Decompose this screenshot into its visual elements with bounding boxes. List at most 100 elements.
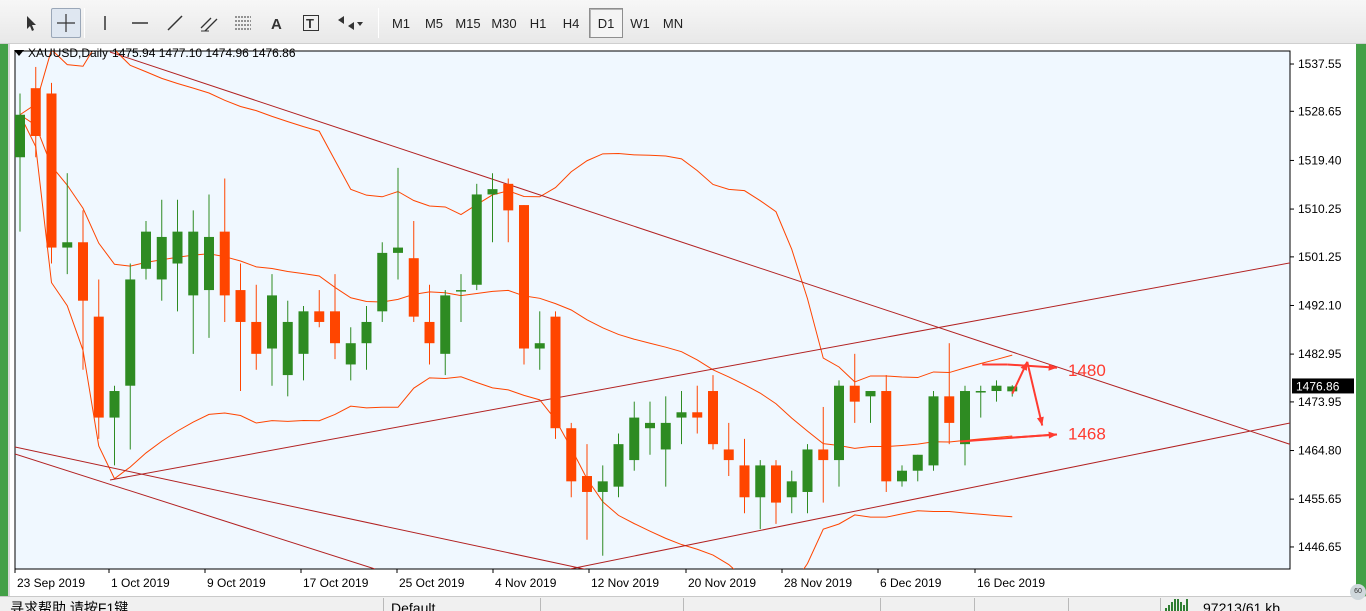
candle xyxy=(46,82,57,264)
candle-body xyxy=(818,449,829,461)
candle-body xyxy=(330,311,340,344)
arrows-tool-button[interactable] xyxy=(332,8,368,38)
text-label-tool-button[interactable]: T xyxy=(296,8,326,38)
candle-body xyxy=(834,385,844,461)
svg-text:A: A xyxy=(271,16,282,32)
right-border xyxy=(1356,44,1366,596)
candle-body xyxy=(408,258,419,317)
candle-body xyxy=(865,391,876,397)
plot-area xyxy=(14,50,1291,570)
symbol-info: XAUUSD,Daily 1475.94 1477.10 1474.96 147… xyxy=(14,46,296,60)
x-tick-label: 16 Dec 2019 xyxy=(977,576,1045,590)
chart-canvas[interactable]: 1480 1468 1537.55 1528.65 1519.40 1510.25 1501… xyxy=(10,44,1356,596)
timeframe-m1-button[interactable]: M1 xyxy=(384,8,418,38)
ohlc-values: 1475.94 1477.10 1474.96 1476.86 xyxy=(112,46,296,60)
candle-body xyxy=(314,311,325,322)
candle-body xyxy=(15,114,25,158)
arrows-icon xyxy=(336,14,364,32)
y-tick-label: 1501.25 xyxy=(1298,250,1342,264)
candle-body xyxy=(440,295,451,354)
candle-body xyxy=(771,465,781,503)
y-tick-label: 1510.25 xyxy=(1298,202,1342,216)
vertical-line-icon xyxy=(97,14,113,32)
annotation-label-1468: 1468 xyxy=(1068,425,1106,444)
candle-body xyxy=(156,236,167,280)
candle-body xyxy=(597,481,608,492)
left-border xyxy=(0,44,8,596)
x-tick-label: 4 Nov 2019 xyxy=(495,576,557,590)
candle-body xyxy=(645,422,655,429)
x-tick-label: 28 Nov 2019 xyxy=(784,576,852,590)
candle xyxy=(377,242,388,322)
x-tick-label: 1 Oct 2019 xyxy=(111,576,170,590)
timeframe-m15-button[interactable]: M15 xyxy=(451,8,485,38)
candle-body xyxy=(487,189,498,195)
status-divider xyxy=(383,598,384,611)
equidistant-channel-tool-button[interactable] xyxy=(194,8,224,38)
candle-body xyxy=(204,236,214,291)
candle-body xyxy=(188,231,199,296)
candle-body xyxy=(282,321,293,376)
symbol-name: XAUUSD,Daily xyxy=(28,46,109,60)
text-label-icon: T xyxy=(302,14,320,32)
y-tick-label: 1464.80 xyxy=(1298,444,1342,458)
candle-body xyxy=(219,231,230,296)
text-tool-button[interactable]: A xyxy=(262,8,292,38)
candle-body xyxy=(676,412,687,418)
candle-body xyxy=(46,93,57,248)
timeframe-w1-button[interactable]: W1 xyxy=(623,8,657,38)
y-tick-label: 1528.65 xyxy=(1298,104,1342,118)
candle-body xyxy=(629,417,640,461)
timeframe-m30-button[interactable]: M30 xyxy=(487,8,521,38)
fibonacci-icon xyxy=(233,14,253,32)
cpu-badge: 60 xyxy=(1350,584,1366,600)
vertical-line-tool-button[interactable] xyxy=(90,8,120,38)
candle-body xyxy=(912,454,923,471)
timeframe-h1-button[interactable]: H1 xyxy=(521,8,555,38)
status-divider xyxy=(974,598,975,611)
horizontal-line-tool-button[interactable] xyxy=(125,8,155,38)
timeframe-mn-button[interactable]: MN xyxy=(656,8,690,38)
trendline-tool-button[interactable] xyxy=(160,8,190,38)
x-tick-label: 17 Oct 2019 xyxy=(303,576,369,590)
timeframe-m5-button[interactable]: M5 xyxy=(417,8,451,38)
cursor-tool-button[interactable] xyxy=(16,8,46,38)
candle-body xyxy=(991,385,1002,392)
candle-body xyxy=(125,279,136,386)
fibonacci-tool-button[interactable] xyxy=(228,8,258,38)
candle-body xyxy=(582,476,592,492)
current-price-label: 1476.86 xyxy=(1296,379,1340,393)
crosshair-tool-button[interactable] xyxy=(51,8,81,38)
y-tick-label: 1492.10 xyxy=(1298,298,1342,312)
candle-body xyxy=(424,321,435,344)
y-tick-label: 1446.65 xyxy=(1298,540,1342,554)
candle-body xyxy=(345,343,356,365)
timeframe-h4-button[interactable]: H4 xyxy=(554,8,588,38)
candle xyxy=(928,391,939,471)
candle-body xyxy=(109,391,120,418)
candle-body xyxy=(93,316,104,418)
candle-body xyxy=(251,321,262,354)
candle-body xyxy=(928,396,939,466)
horizontal-line-icon xyxy=(131,15,149,31)
candle-body xyxy=(30,88,41,137)
y-tick-label: 1537.55 xyxy=(1298,57,1342,71)
candle-body xyxy=(802,449,813,492)
candle-body xyxy=(361,321,372,344)
status-divider xyxy=(1160,598,1161,611)
candle-body xyxy=(456,290,466,292)
collapse-triangle-icon[interactable] xyxy=(14,50,24,56)
profile-name[interactable]: Default xyxy=(391,597,531,611)
status-divider xyxy=(1068,598,1069,611)
y-tick-label: 1455.65 xyxy=(1298,492,1342,506)
equidistant-channel-icon xyxy=(199,14,219,32)
candle-body xyxy=(755,465,766,498)
x-tick-label: 9 Oct 2019 xyxy=(207,576,266,590)
chart-window[interactable]: 1480 1468 1537.55 1528.65 1519.40 1510.25 1501… xyxy=(10,44,1356,596)
annotation-label-1480: 1480 xyxy=(1068,361,1106,380)
status-divider xyxy=(880,598,881,611)
timeframe-d1-button[interactable]: D1 xyxy=(589,8,623,38)
toolbar: A T M1 M5 M15 M30 H1 H4 D1 W1 MN xyxy=(0,0,1366,44)
candle-body xyxy=(881,391,892,482)
crosshair-icon xyxy=(56,13,76,33)
